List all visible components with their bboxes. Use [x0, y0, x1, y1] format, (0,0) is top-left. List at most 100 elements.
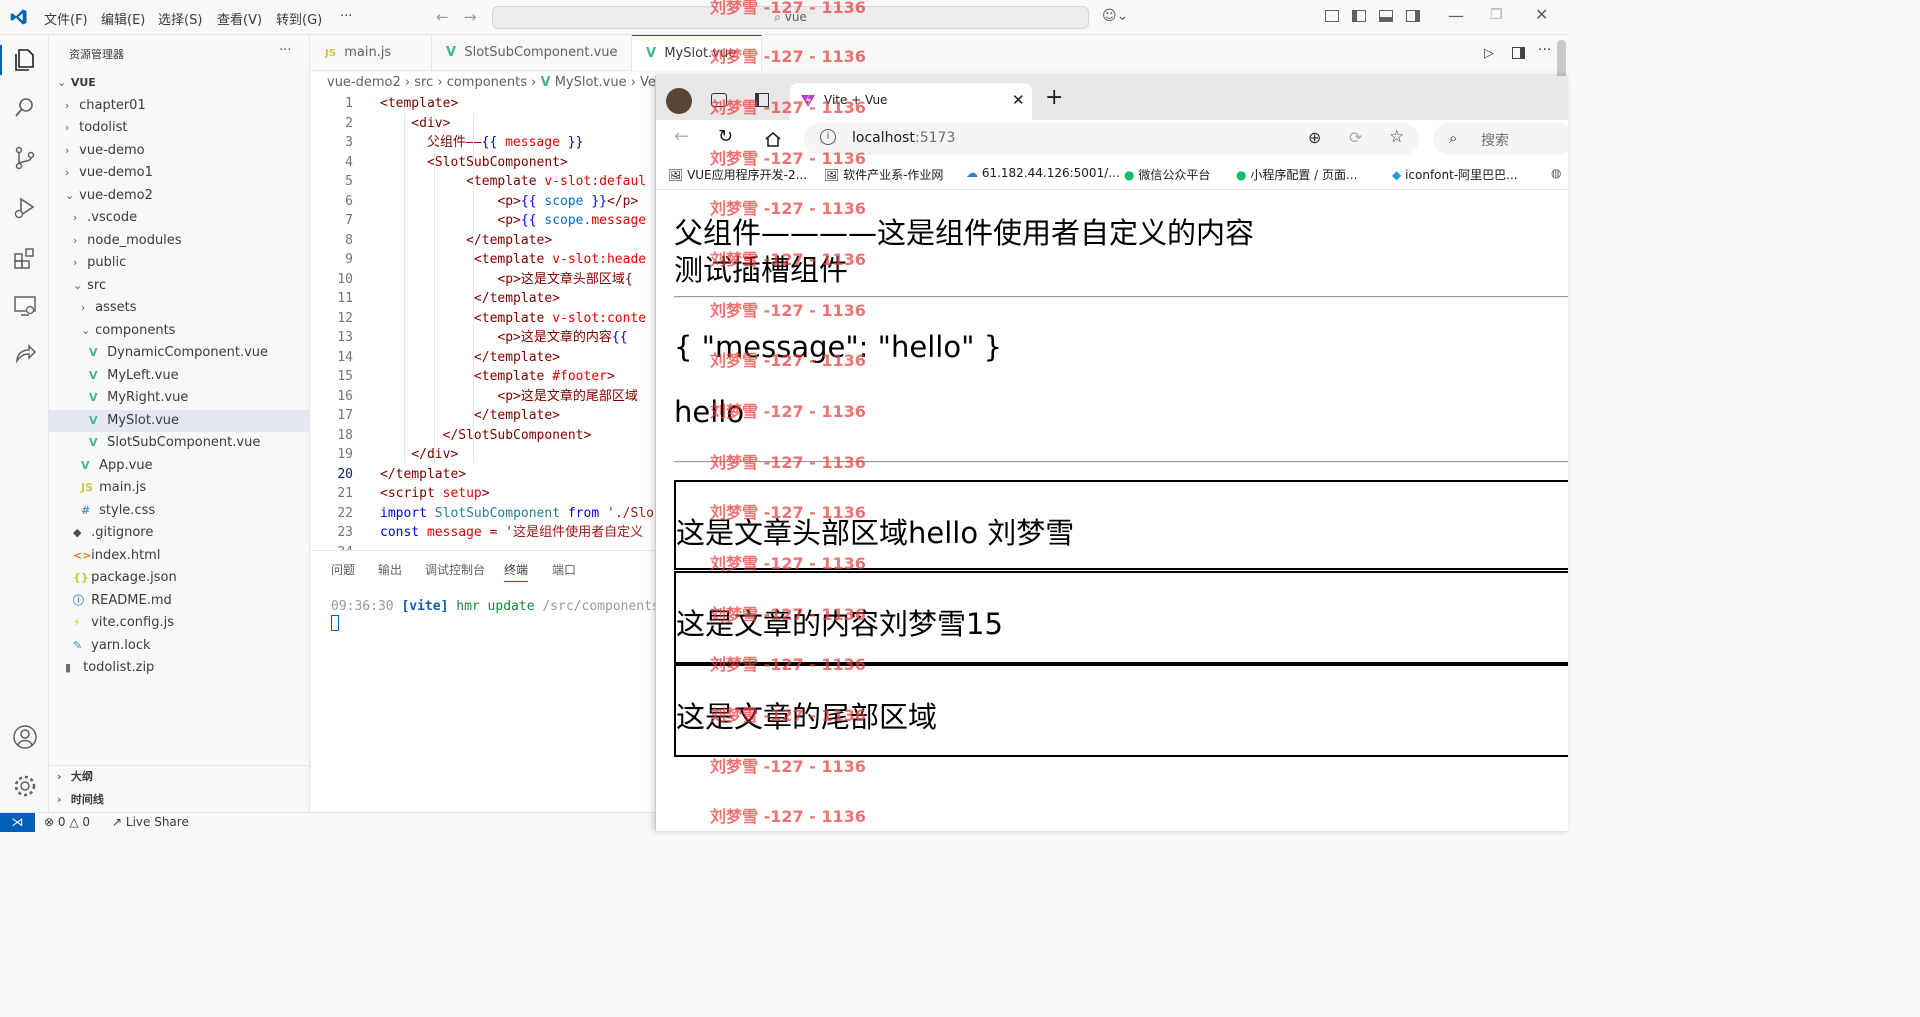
live-share-icon[interactable]	[12, 341, 38, 367]
code-line[interactable]: 14 </template>	[311, 348, 655, 368]
tree-item[interactable]: V SlotSubComponent.vue	[49, 432, 310, 454]
tree-item[interactable]: JS main.js	[49, 477, 310, 499]
favorite-star-icon[interactable]: ☆	[1389, 127, 1404, 147]
tree-item[interactable]: ⌄ vue-demo2	[49, 185, 310, 207]
tab-terminal[interactable]: 终端	[504, 561, 529, 582]
code-line[interactable]: 6 <p>{{ scope }}</p>	[311, 192, 655, 212]
tab-output[interactable]: 输出	[378, 561, 402, 578]
source-control-icon[interactable]	[12, 145, 38, 171]
tree-item[interactable]: › vue-demo1	[49, 162, 310, 184]
tree-item[interactable]: › todolist	[49, 117, 310, 139]
search-view-icon[interactable]	[12, 95, 38, 121]
workspaces-icon[interactable]	[711, 93, 727, 107]
tab-slotsubcomponent-vue[interactable]: V SlotSubComponent.vue	[432, 35, 632, 71]
code-line[interactable]: 4 <SlotSubComponent>	[311, 153, 655, 173]
menu-selection[interactable]: 选择(S)	[158, 9, 202, 28]
back-arrow-icon[interactable]: ←	[436, 8, 449, 26]
tree-item[interactable]: ▮ todolist.zip	[49, 657, 310, 679]
forward-arrow-icon[interactable]: →	[464, 8, 477, 26]
tree-item[interactable]: › chapter01	[49, 95, 310, 117]
code-line[interactable]: 9 <template v-slot:heade	[311, 250, 655, 270]
bookmark-item[interactable]: 🖼 VUE应用程序开发-2...	[668, 166, 807, 183]
breadcrumb-item[interactable]: vue-demo2	[327, 75, 401, 90]
restore-icon[interactable]: ❐	[1490, 7, 1503, 23]
code-line[interactable]: 22 import SlotSubComponent from './Slo	[311, 504, 655, 524]
tree-item[interactable]: <> index.html	[49, 545, 310, 567]
tree-item[interactable]: ⓘ README.md	[49, 590, 310, 612]
bookmark-item[interactable]: ◆ iconfont-阿里巴巴...	[1392, 166, 1518, 183]
bookmark-item[interactable]: ● 小程序配置 / 页面...	[1236, 166, 1357, 183]
tree-item[interactable]: ◆ .gitignore	[49, 522, 310, 544]
code-line[interactable]: 19 </div>	[311, 445, 655, 465]
code-line[interactable]: 10 <p>这是文章头部区域{	[311, 270, 655, 290]
tree-item[interactable]: ✎ yarn.lock	[49, 635, 310, 657]
breadcrumb-item[interactable]: MySlot.vue	[555, 75, 627, 90]
code-line[interactable]: 3 父组件——{{ message }}	[311, 133, 655, 153]
code-line[interactable]: 15 <template #footer>	[311, 367, 655, 387]
run-file-icon[interactable]: ▷	[1484, 46, 1494, 61]
tree-item[interactable]: ⌄ src	[49, 275, 310, 297]
copilot-icon[interactable]: ☺⌄	[1102, 8, 1128, 24]
back-icon[interactable]: ←	[674, 126, 689, 147]
tree-item[interactable]: V MySlot.vue	[49, 409, 310, 432]
code-line[interactable]: 20 </template>	[311, 465, 655, 485]
tree-item[interactable]: › node_modules	[49, 230, 310, 252]
bookmark-item[interactable]: 🖼 软件产业系-作业网	[824, 166, 943, 183]
toggle-secondary-sidebar-icon[interactable]	[1406, 10, 1420, 22]
code-line[interactable]: 18 </SlotSubComponent>	[311, 426, 655, 446]
tab-myslot-vue[interactable]: V MySlot.vue	[632, 35, 762, 71]
minimize-icon[interactable]: —	[1448, 6, 1464, 25]
problems-status[interactable]: ⊗ 0 △ 0	[44, 815, 90, 829]
tree-item[interactable]: ⌄ components	[49, 320, 310, 342]
tree-item[interactable]: › public	[49, 252, 310, 274]
menu-edit[interactable]: 编辑(E)	[101, 9, 145, 28]
menu-go[interactable]: 转到(G)	[276, 9, 322, 28]
close-window-icon[interactable]: ✕	[1535, 5, 1548, 24]
browser-tab-active[interactable]: Vite + Vue ✕	[790, 83, 1032, 120]
tab-problems[interactable]: 问题	[331, 561, 355, 578]
remote-explorer-icon[interactable]	[12, 293, 38, 319]
tab-debug-console[interactable]: 调试控制台	[425, 561, 485, 578]
tree-item[interactable]: ⚡ vite.config.js	[49, 612, 310, 634]
address-bar[interactable]: i localhost:5173 ⊕ ⟳ ☆	[804, 123, 1419, 155]
settings-gear-icon[interactable]	[12, 773, 38, 799]
code-line[interactable]: 13 <p>这是文章的内容{{	[311, 328, 655, 348]
live-share-status[interactable]: ↗ Live Share	[112, 815, 189, 829]
tab-main-js[interactable]: JS main.js	[311, 35, 432, 71]
refresh-icon[interactable]: ↻	[718, 126, 733, 147]
tree-item[interactable]: › assets	[49, 297, 310, 319]
home-icon[interactable]	[764, 131, 782, 147]
menu-more[interactable]: ···	[340, 9, 352, 24]
code-line[interactable]: 1 <template>	[311, 94, 655, 114]
breadcrumb-item[interactable]: components	[447, 75, 527, 90]
explorer-more-button[interactable]: ···	[279, 43, 291, 58]
tree-item[interactable]: › .vscode	[49, 207, 310, 229]
code-line[interactable]: 17 </template>	[311, 406, 655, 426]
close-tab-icon[interactable]: ✕	[1012, 91, 1025, 109]
code-editor[interactable]: 1 <template> 2 <div> 3 父组件——{{ message }} 4 …	[311, 94, 655, 550]
accounts-icon[interactable]	[12, 724, 38, 750]
code-line[interactable]: 12 <template v-slot:conte	[311, 309, 655, 329]
breadcrumb-item[interactable]: Vet	[640, 75, 655, 90]
outline-section[interactable]: › 大纲	[49, 766, 310, 788]
tree-item[interactable]: ⌄ VUE	[49, 72, 310, 94]
menu-file[interactable]: 文件(F)	[44, 9, 88, 28]
explorer-icon[interactable]	[12, 47, 38, 73]
extensions-icon[interactable]	[12, 245, 38, 271]
tree-item[interactable]: V MyRight.vue	[49, 387, 310, 409]
vertical-tabs-icon[interactable]	[755, 93, 769, 107]
tree-item[interactable]: # style.css	[49, 500, 310, 522]
menu-view[interactable]: 查看(V)	[217, 9, 262, 28]
layout-customize-icon[interactable]	[1325, 10, 1339, 22]
editor-more-button[interactable]: ···	[1538, 42, 1551, 58]
code-line[interactable]: 16 <p>这是文章的尾部区域	[311, 387, 655, 407]
code-line[interactable]: 23 const message = '这是组件使用者自定义	[311, 523, 655, 543]
bookmark-item[interactable]: ● 微信公众平台	[1124, 166, 1210, 183]
profile-avatar[interactable]	[666, 88, 692, 114]
toggle-panel-icon[interactable]	[1379, 10, 1393, 22]
site-info-icon[interactable]: i	[820, 129, 836, 145]
tab-ports[interactable]: 端口	[552, 561, 576, 578]
code-line[interactable]: 8 </template>	[311, 231, 655, 251]
split-editor-icon[interactable]	[1512, 47, 1525, 59]
code-line[interactable]: 24	[311, 543, 655, 551]
